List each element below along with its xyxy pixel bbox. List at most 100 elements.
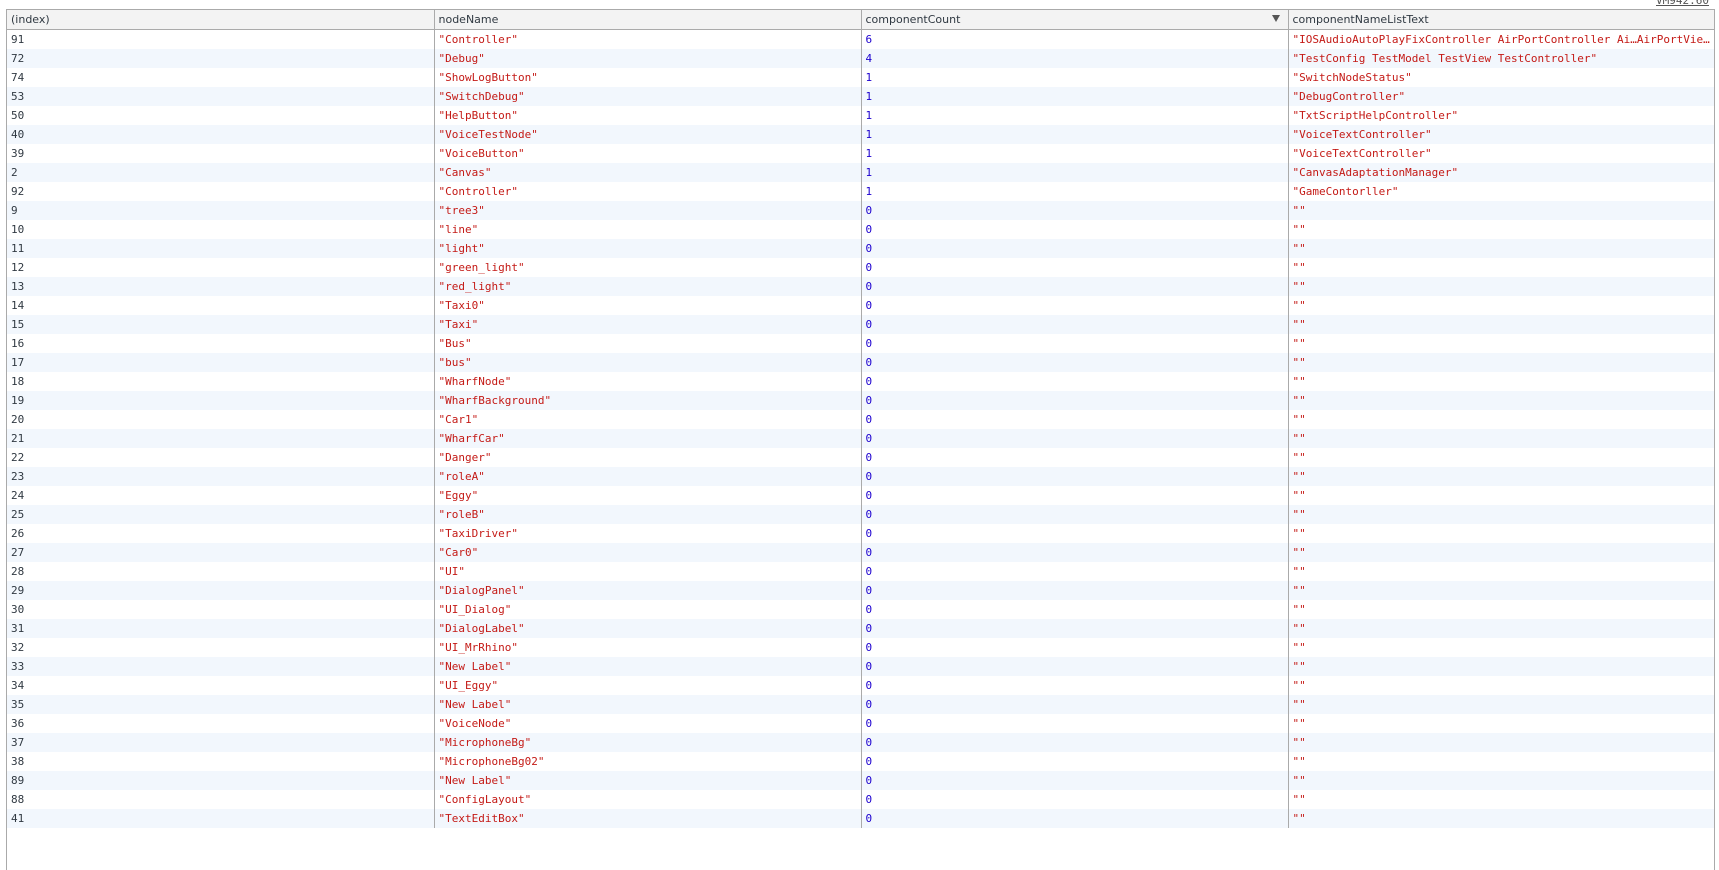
console-source-link[interactable]: VM942:60 <box>1656 0 1709 8</box>
table-row[interactable]: 36 "VoiceNode" 0 "" <box>7 714 1714 733</box>
table-row[interactable]: 20 "Car1" 0 "" <box>7 410 1714 429</box>
table-row[interactable]: 72 "Debug" 4 "TestConfig TestModel TestView… <box>7 49 1714 68</box>
table-row[interactable]: 21 "WharfCar" 0 "" <box>7 429 1714 448</box>
cell-index: 88 <box>7 790 435 809</box>
cell-index: 40 <box>7 125 435 144</box>
cell-index: 38 <box>7 752 435 771</box>
cell-component-count: 0 <box>861 467 1289 486</box>
table-row[interactable]: 25 "roleB" 0 "" <box>7 505 1714 524</box>
table-row[interactable]: 27 "Car0" 0 "" <box>7 543 1714 562</box>
table-row[interactable]: 23 "roleA" 0 "" <box>7 467 1714 486</box>
console-table: (index) nodeName componentCount componen… <box>6 9 1715 870</box>
cell-node-name: "Debug" <box>434 49 862 68</box>
cell-component-name-list: "" <box>1288 372 1714 391</box>
table-row[interactable]: 19 "WharfBackground" 0 "" <box>7 391 1714 410</box>
table-row[interactable]: 13 "red_light" 0 "" <box>7 277 1714 296</box>
cell-component-name-list: "" <box>1288 790 1714 809</box>
cell-component-count: 0 <box>861 239 1289 258</box>
table-row[interactable]: 2 "Canvas" 1 "CanvasAdaptationManager" <box>7 163 1714 182</box>
header-row: (index) nodeName componentCount componen… <box>7 10 1714 30</box>
table-row[interactable]: 28 "UI" 0 "" <box>7 562 1714 581</box>
cell-component-name-list: "" <box>1288 391 1714 410</box>
cell-component-name-list: "" <box>1288 353 1714 372</box>
cell-component-name-list: "" <box>1288 714 1714 733</box>
table-row[interactable]: 91 "Controller" 6 "IOSAudioAutoPlayFixContr… <box>7 29 1714 49</box>
cell-index: 37 <box>7 733 435 752</box>
cell-index: 17 <box>7 353 435 372</box>
table-row[interactable]: 14 "Taxi0" 0 "" <box>7 296 1714 315</box>
cell-node-name: "VoiceButton" <box>434 144 862 163</box>
table-row[interactable]: 89 "New Label" 0 "" <box>7 771 1714 790</box>
cell-component-name-list: "" <box>1288 638 1714 657</box>
cell-component-count: 6 <box>861 29 1289 49</box>
cell-component-count: 0 <box>861 638 1289 657</box>
table-row[interactable]: 74 "ShowLogButton" 1 "SwitchNodeStatus" <box>7 68 1714 87</box>
table-row[interactable]: 32 "UI_MrRhino" 0 "" <box>7 638 1714 657</box>
table-row[interactable]: 88 "ConfigLayout" 0 "" <box>7 790 1714 809</box>
table-row[interactable]: 29 "DialogPanel" 0 "" <box>7 581 1714 600</box>
table-body: 91 "Controller" 6 "IOSAudioAutoPlayFixContr… <box>7 29 1714 828</box>
table-row[interactable]: 50 "HelpButton" 1 "TxtScriptHelpController" <box>7 106 1714 125</box>
table-row[interactable]: 18 "WharfNode" 0 "" <box>7 372 1714 391</box>
cell-index: 26 <box>7 524 435 543</box>
cell-node-name: "UI_Dialog" <box>434 600 862 619</box>
table-row[interactable]: 15 "Taxi" 0 "" <box>7 315 1714 334</box>
cell-index: 30 <box>7 600 435 619</box>
cell-node-name: "tree3" <box>434 201 862 220</box>
cell-index: 22 <box>7 448 435 467</box>
cell-component-count: 0 <box>861 448 1289 467</box>
cell-component-name-list: "" <box>1288 201 1714 220</box>
cell-node-name: "ShowLogButton" <box>434 68 862 87</box>
column-header-componentcount-label: componentCount <box>865 13 961 26</box>
table-row[interactable]: 38 "MicrophoneBg02" 0 "" <box>7 752 1714 771</box>
cell-component-name-list: "" <box>1288 334 1714 353</box>
table-row[interactable]: 12 "green_light" 0 "" <box>7 258 1714 277</box>
table-row[interactable]: 41 "TextEditBox" 0 "" <box>7 809 1714 828</box>
table-row[interactable]: 24 "Eggy" 0 "" <box>7 486 1714 505</box>
cell-index: 18 <box>7 372 435 391</box>
cell-index: 33 <box>7 657 435 676</box>
cell-component-name-list: "" <box>1288 771 1714 790</box>
cell-node-name: "MicrophoneBg" <box>434 733 862 752</box>
cell-component-count: 0 <box>861 676 1289 695</box>
cell-component-name-list: "" <box>1288 809 1714 828</box>
cell-component-name-list: "VoiceTextController" <box>1288 144 1714 163</box>
table-row[interactable]: 17 "bus" 0 "" <box>7 353 1714 372</box>
table-row[interactable]: 16 "Bus" 0 "" <box>7 334 1714 353</box>
table-row[interactable]: 33 "New Label" 0 "" <box>7 657 1714 676</box>
cell-index: 91 <box>7 29 435 49</box>
column-header-nodename[interactable]: nodeName <box>434 10 862 30</box>
table-row[interactable]: 37 "MicrophoneBg" 0 "" <box>7 733 1714 752</box>
cell-component-count: 1 <box>861 182 1289 201</box>
cell-node-name: "WharfBackground" <box>434 391 862 410</box>
table-row[interactable]: 35 "New Label" 0 "" <box>7 695 1714 714</box>
table-row[interactable]: 31 "DialogLabel" 0 "" <box>7 619 1714 638</box>
table-row[interactable]: 30 "UI_Dialog" 0 "" <box>7 600 1714 619</box>
cell-component-name-list: "" <box>1288 695 1714 714</box>
table-row[interactable]: 39 "VoiceButton" 1 "VoiceTextController" <box>7 144 1714 163</box>
column-header-index[interactable]: (index) <box>7 10 435 30</box>
table-row[interactable]: 92 "Controller" 1 "GameContorller" <box>7 182 1714 201</box>
table-row[interactable]: 34 "UI_Eggy" 0 "" <box>7 676 1714 695</box>
table-row[interactable]: 10 "line" 0 "" <box>7 220 1714 239</box>
cell-component-count: 0 <box>861 695 1289 714</box>
cell-index: 50 <box>7 106 435 125</box>
table-row[interactable]: 22 "Danger" 0 "" <box>7 448 1714 467</box>
cell-node-name: "SwitchDebug" <box>434 87 862 106</box>
cell-component-name-list: "GameContorller" <box>1288 182 1714 201</box>
cell-index: 74 <box>7 68 435 87</box>
cell-component-name-list: "" <box>1288 562 1714 581</box>
table-row[interactable]: 53 "SwitchDebug" 1 "DebugController" <box>7 87 1714 106</box>
cell-component-name-list: "" <box>1288 619 1714 638</box>
cell-node-name: "UI" <box>434 562 862 581</box>
cell-component-count: 0 <box>861 562 1289 581</box>
table-row[interactable]: 26 "TaxiDriver" 0 "" <box>7 524 1714 543</box>
column-header-componentnamelisttext[interactable]: componentNameListText <box>1288 10 1714 30</box>
cell-index: 19 <box>7 391 435 410</box>
table-row[interactable]: 9 "tree3" 0 "" <box>7 201 1714 220</box>
table-row[interactable]: 11 "light" 0 "" <box>7 239 1714 258</box>
table-row[interactable]: 40 "VoiceTestNode" 1 "VoiceTextController" <box>7 125 1714 144</box>
column-header-componentcount[interactable]: componentCount <box>861 10 1289 30</box>
cell-component-name-list: "" <box>1288 429 1714 448</box>
cell-component-count: 0 <box>861 315 1289 334</box>
